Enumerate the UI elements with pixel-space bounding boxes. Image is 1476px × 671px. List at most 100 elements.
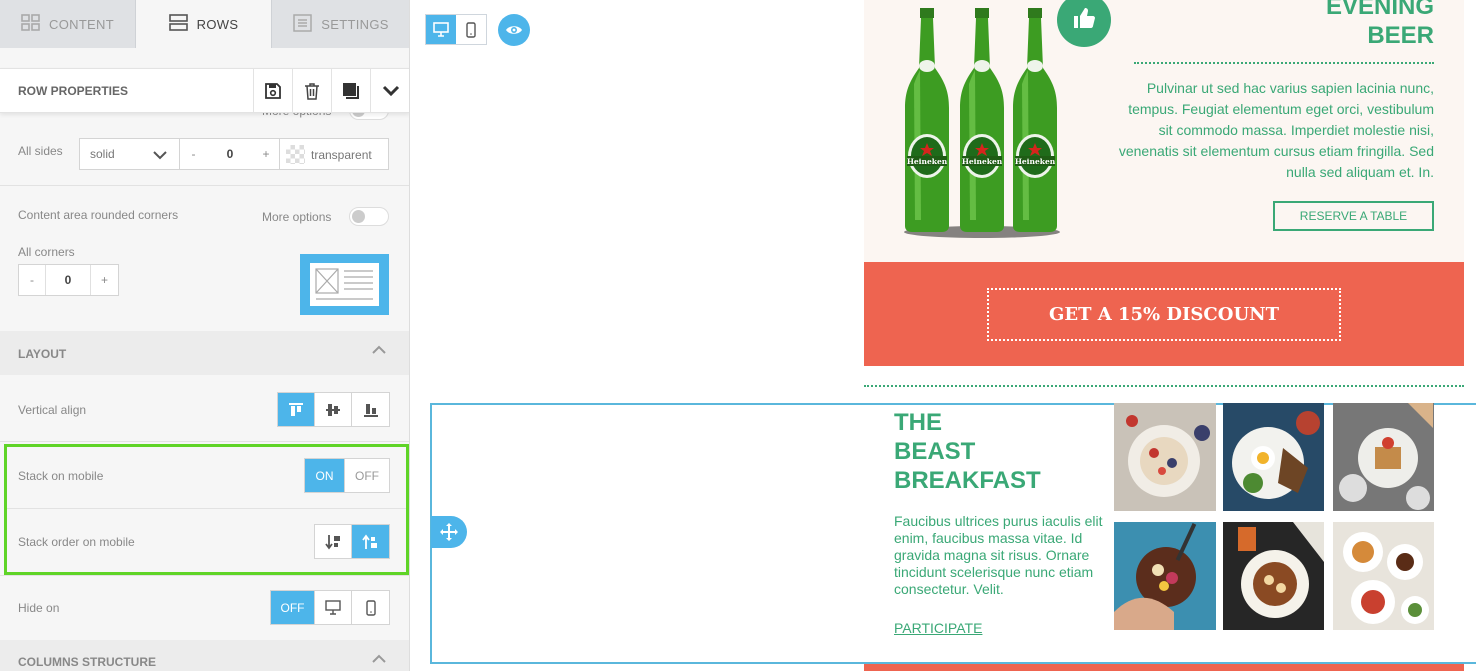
content-preview-icon	[310, 263, 379, 306]
title-line: BEAST	[894, 438, 976, 465]
title-line: THE	[894, 409, 942, 436]
rounded-corners-preview	[300, 254, 389, 315]
chevron-down-icon	[153, 151, 167, 160]
food-photo-2	[1223, 403, 1324, 511]
rows-icon	[168, 14, 188, 34]
panel-tabs: CONTENT ROWS SETTINGS	[0, 0, 409, 48]
tab-settings-label: SETTINGS	[321, 16, 389, 32]
row-properties-title: ROW PROPERTIES	[18, 84, 129, 98]
chevron-up-icon	[372, 654, 386, 663]
dotted-divider	[864, 385, 1464, 387]
corner-radius-plus: +	[100, 273, 108, 287]
divider	[0, 441, 409, 442]
align-top-button[interactable]	[278, 393, 315, 426]
beer-bottles-image: Heineken	[904, 8, 1060, 238]
breakfast-text: Faucibus ultrices purus iaculis elit eni…	[894, 513, 1103, 597]
hide-on-control: OFF	[270, 590, 390, 625]
align-bottom-icon	[363, 403, 378, 417]
align-middle-icon	[326, 403, 340, 416]
rounded-more-options-label: More options	[262, 210, 332, 224]
rounded-more-options-toggle[interactable]	[349, 207, 389, 226]
evening-beer-text: Pulvinar ut sed hac varius sapien lacini…	[1118, 80, 1434, 180]
collapse-button[interactable]	[370, 69, 409, 113]
settings-list-icon	[293, 13, 313, 35]
reserve-table-button[interactable]: RESERVE A TABLE	[1273, 201, 1434, 231]
tab-rows-label: ROWS	[196, 16, 239, 32]
duplicate-button[interactable]	[331, 69, 370, 113]
mobile-icon	[365, 599, 376, 616]
food-photo-1	[1114, 403, 1216, 511]
participate-link[interactable]: PARTICIPATE	[894, 620, 982, 636]
thumbs-up-icon	[1074, 8, 1095, 28]
divider	[0, 185, 409, 186]
columns-section-header[interactable]: COLUMNS STRUCTURE	[0, 640, 409, 671]
next-row-strip	[864, 664, 1464, 671]
hide-on-label: Hide on	[18, 601, 60, 615]
mobile-icon	[466, 21, 476, 38]
delete-button[interactable]	[292, 69, 331, 113]
align-top-icon	[289, 402, 303, 416]
breakfast-title: THE BEAST BREAKFAST	[894, 408, 1041, 495]
tab-content-label: CONTENT	[49, 16, 114, 32]
tab-content[interactable]: CONTENT	[0, 0, 136, 48]
align-middle-button[interactable]	[315, 393, 352, 426]
discount-row[interactable]: GET A 15% DISCOUNT	[864, 262, 1464, 366]
all-corners-label: All corners	[18, 245, 75, 259]
food-photo-4	[1114, 522, 1216, 630]
trash-icon	[305, 83, 319, 100]
border-width-plus[interactable]: +	[253, 139, 279, 169]
divider	[0, 575, 409, 576]
food-photo-3	[1333, 403, 1434, 511]
vertical-align-label: Vertical align	[18, 403, 87, 417]
dotted-divider	[1134, 62, 1434, 64]
border-width-stepper[interactable]: - 0 +	[179, 138, 280, 170]
bottle-label-text: Heineken	[907, 157, 948, 166]
preview-device-toggle	[425, 14, 487, 45]
preview-button[interactable]	[498, 14, 530, 46]
row-properties-header: ROW PROPERTIES	[0, 68, 409, 113]
save-button[interactable]	[253, 69, 292, 113]
align-bottom-button[interactable]	[352, 393, 389, 426]
tab-rows[interactable]: ROWS	[136, 0, 272, 48]
grid-icon	[21, 14, 40, 34]
duplicate-icon	[343, 83, 359, 99]
title-line: BREAKFAST	[894, 467, 1041, 494]
corner-radius-minus[interactable]: -	[19, 265, 46, 295]
food-photo-6	[1333, 522, 1434, 630]
border-color-value: transparent	[311, 148, 372, 162]
food-photo-5	[1223, 522, 1324, 630]
eye-icon	[506, 26, 522, 34]
like-badge	[1057, 0, 1111, 47]
hide-mobile-button[interactable]	[352, 591, 389, 624]
vertical-align-control	[277, 392, 390, 427]
border-width-value[interactable]: 0	[207, 139, 253, 169]
tab-settings[interactable]: SETTINGS	[272, 0, 409, 48]
border-style-select[interactable]: solid	[79, 138, 180, 170]
desktop-view-button[interactable]	[426, 15, 456, 44]
desktop-icon	[325, 600, 341, 615]
corner-radius-value[interactable]: 0	[46, 265, 91, 295]
mobile-view-button[interactable]	[456, 15, 486, 44]
rounded-corners-label: Content area rounded corners	[18, 208, 179, 222]
border-style-value: solid	[90, 147, 115, 161]
evening-beer-title: EVENING BEER	[1326, 0, 1434, 50]
corner-radius-stepper[interactable]: - 0 +	[18, 264, 119, 296]
chevron-down-icon	[382, 85, 399, 97]
chevron-up-icon	[372, 345, 386, 354]
title-line: BEER	[1367, 22, 1434, 49]
desktop-icon	[433, 22, 449, 37]
properties-panel: CONTENT ROWS SETTINGS More options ROW P…	[0, 0, 410, 671]
title-line: EVENING	[1325, 0, 1434, 20]
move-icon	[440, 523, 458, 541]
layout-section-header[interactable]: LAYOUT	[0, 331, 409, 375]
discount-button[interactable]: GET A 15% DISCOUNT	[987, 288, 1341, 341]
hide-off-button[interactable]: OFF	[271, 591, 315, 624]
border-width-minus[interactable]: -	[180, 139, 207, 169]
columns-section-title: COLUMNS STRUCTURE	[18, 655, 156, 669]
border-color-picker[interactable]: transparent	[279, 138, 389, 170]
stack-settings-highlight	[4, 444, 409, 575]
hide-desktop-button[interactable]	[315, 591, 352, 624]
move-row-handle[interactable]	[431, 516, 467, 548]
evening-beer-row[interactable]: Heineken EVENING BEER Pulvinar ut sed ha…	[864, 0, 1464, 262]
save-icon	[265, 83, 281, 99]
